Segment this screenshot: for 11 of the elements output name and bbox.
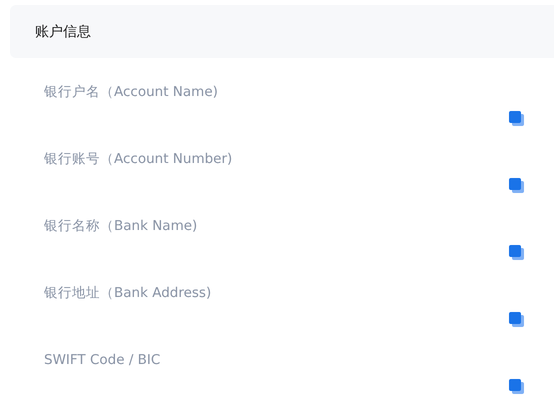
copy-icon[interactable] [509, 379, 524, 394]
copy-icon[interactable] [509, 312, 524, 327]
field-label: 银行账号（Account Number) [44, 150, 234, 168]
field-label: 银行户名（Account Name) [44, 83, 219, 101]
field-label: SWIFT Code / BIC [44, 351, 162, 369]
copy-icon[interactable] [509, 178, 524, 193]
copy-icon[interactable] [509, 245, 524, 260]
field-label: 银行地址（Bank Address) [44, 284, 212, 302]
copy-icon[interactable] [509, 111, 524, 126]
field-label: 银行名称（Bank Name) [44, 217, 198, 235]
section-title: 账户信息 [35, 22, 91, 40]
